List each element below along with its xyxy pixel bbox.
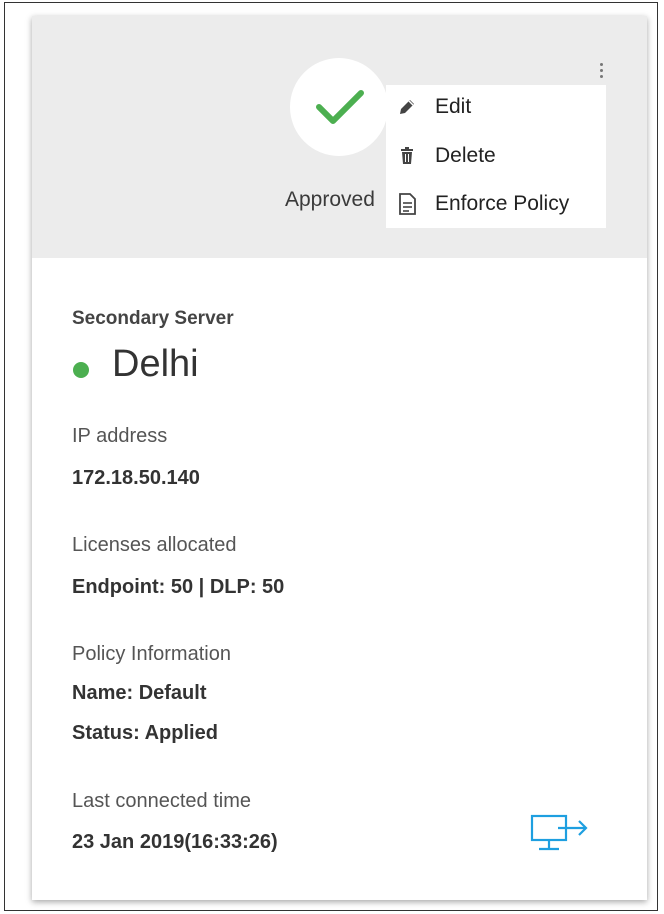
menu-item-label: Delete	[435, 144, 496, 167]
last-connected-value: 23 Jan 2019(16:33:26)	[72, 831, 278, 853]
trash-icon	[396, 145, 418, 167]
licenses-value: Endpoint: 50 | DLP: 50	[72, 576, 285, 598]
policy-info-label: Policy Information	[72, 643, 231, 665]
menu-item-label: Edit	[435, 95, 472, 118]
server-name: Delhi	[112, 343, 199, 385]
menu-item-enforce-policy[interactable]: Enforce Policy	[386, 182, 606, 226]
menu-item-delete[interactable]: Delete	[386, 134, 606, 178]
menu-item-edit[interactable]: Edit	[386, 85, 606, 129]
remote-connect-icon[interactable]	[528, 812, 594, 863]
policy-name: Name: Default	[72, 682, 207, 704]
card-header: Approved Edit Delete Enforce Policy	[32, 16, 647, 258]
last-connected-label: Last connected time	[72, 790, 251, 812]
document-icon	[396, 193, 418, 215]
more-options-icon[interactable]	[595, 60, 607, 88]
server-type: Secondary Server	[72, 308, 234, 329]
checkmark-icon	[316, 90, 364, 124]
status-label: Approved	[285, 188, 375, 211]
context-menu: Edit Delete Enforce Policy	[386, 85, 606, 228]
approved-status-circle	[290, 58, 388, 156]
pencil-icon	[396, 96, 418, 118]
ip-address-value: 172.18.50.140	[72, 467, 200, 489]
licenses-label: Licenses allocated	[72, 534, 237, 556]
ip-address-label: IP address	[72, 425, 168, 447]
policy-status: Status: Applied	[72, 722, 218, 744]
server-card: Approved Edit Delete Enforce Policy Seco…	[32, 16, 647, 900]
menu-item-label: Enforce Policy	[435, 192, 570, 215]
online-status-dot	[73, 362, 89, 378]
